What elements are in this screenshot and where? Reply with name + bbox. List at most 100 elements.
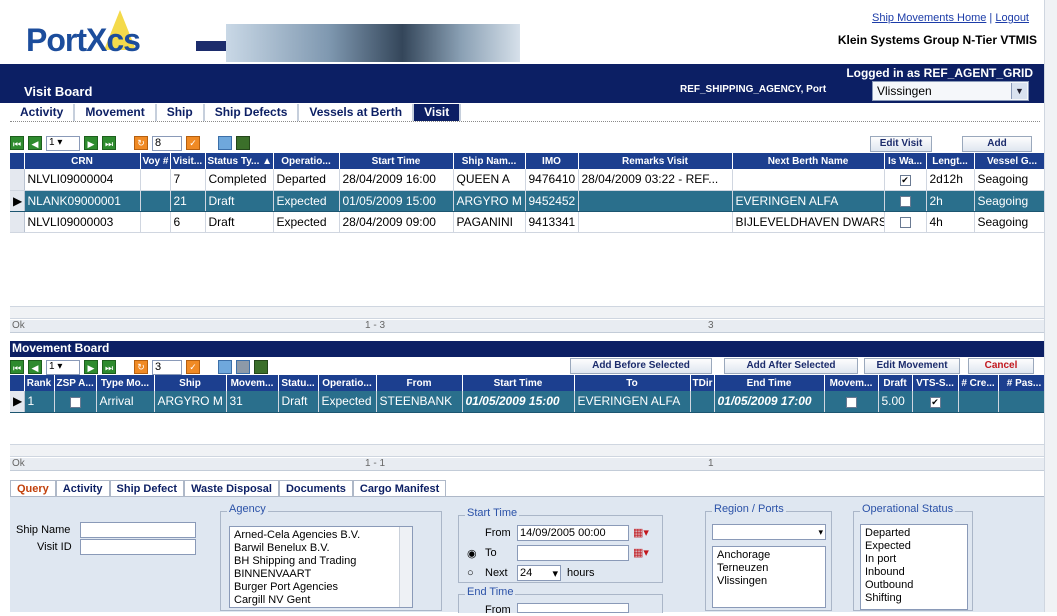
apply-page-size-icon[interactable]: ✓ [186, 360, 200, 374]
column-header-movement[interactable]: Movem... [226, 375, 279, 391]
refresh-icon[interactable]: ↻ [134, 136, 148, 150]
list-item[interactable]: Departed [865, 527, 963, 540]
region-select[interactable]: ▾ [712, 524, 826, 540]
list-item[interactable]: Burger Port Agencies [234, 581, 408, 594]
prev-page-icon[interactable]: ◀ [28, 136, 42, 150]
list-item[interactable]: In port [865, 553, 963, 566]
add-before-selected-button[interactable]: Add Before Selected [570, 358, 712, 374]
column-header-ship[interactable]: Ship [154, 375, 227, 391]
column-header-length[interactable]: Lengt... [926, 153, 975, 169]
visit-id-input[interactable] [80, 539, 196, 555]
tab-movement[interactable]: Movement [75, 104, 157, 121]
logout-link[interactable]: Logout [995, 12, 1029, 24]
next-page-icon[interactable]: ▶ [84, 360, 98, 374]
column-header-movement-flag[interactable]: Movem... [824, 375, 879, 391]
column-header-imo[interactable]: IMO [525, 153, 579, 169]
column-header-tdir[interactable]: TDir [690, 375, 715, 391]
list-item[interactable]: Vlissingen [717, 575, 821, 588]
calendar-icon[interactable]: ▦▾ [633, 546, 649, 559]
column-header-zsp[interactable]: ZSP A... [54, 375, 97, 391]
agency-list[interactable]: Arned-Cela Agencies B.V. Barwil Benelux … [229, 526, 413, 608]
operational-status-list[interactable]: Departed Expected In port Inbound Outbou… [860, 524, 968, 610]
list-item[interactable]: Expected [865, 540, 963, 553]
column-header-type[interactable]: Type Mo... [96, 375, 155, 391]
page-size-input[interactable]: 3 [152, 359, 182, 375]
page-select[interactable]: 1 ▾ [46, 359, 80, 375]
table-row[interactable]: NLVLI09000003 6 Draft Expected 28/04/200… [10, 211, 1044, 233]
add-after-selected-button[interactable]: Add After Selected [724, 358, 858, 374]
last-page-icon[interactable]: ⏭ [102, 360, 116, 374]
first-page-icon[interactable]: ⏮ [10, 360, 24, 374]
column-header-end-time[interactable]: End Time [714, 375, 825, 391]
column-header-status[interactable]: Status Ty... ▲ [205, 153, 274, 169]
grid-layout-icon[interactable] [218, 360, 232, 374]
is-waiting-checkbox[interactable] [899, 216, 911, 228]
next-hours-select[interactable]: 24 ▾ [517, 565, 561, 581]
list-item[interactable]: Terneuzen [717, 562, 821, 575]
tab-ship[interactable]: Ship [156, 104, 205, 121]
start-from-input[interactable]: 14/09/2005 00:00 [517, 525, 629, 541]
column-header-vessel-group[interactable]: Vessel G... [974, 153, 1044, 169]
list-item[interactable]: Anchorage [717, 549, 821, 562]
column-header-crew[interactable]: # Cre... [958, 375, 999, 391]
save-icon[interactable] [236, 136, 250, 150]
page-size-input[interactable]: 8 [152, 135, 182, 151]
first-page-icon[interactable]: ⏮ [10, 136, 24, 150]
column-header-start-time[interactable]: Start Time [339, 153, 454, 169]
column-header-start-time[interactable]: Start Time [462, 375, 575, 391]
page-select[interactable]: 1 ▾ [46, 135, 80, 151]
ship-name-input[interactable] [80, 522, 196, 538]
add-visit-button[interactable]: Add [962, 136, 1032, 152]
ship-movements-home-link[interactable]: Ship Movements Home [872, 12, 986, 24]
page-vertical-scrollbar[interactable] [1044, 0, 1057, 612]
ports-list[interactable]: Anchorage Terneuzen Vlissingen [712, 546, 826, 608]
list-item[interactable]: BINNENVAART [234, 568, 408, 581]
table-row[interactable]: ▶ NLANK09000001 21 Draft Expected 01/05/… [10, 190, 1044, 212]
column-header-operation[interactable]: Operatio... [273, 153, 340, 169]
is-waiting-checkbox[interactable] [899, 195, 911, 207]
list-item[interactable]: Barwil Benelux B.V. [234, 542, 408, 555]
tab-vessels-at-berth[interactable]: Vessels at Berth [299, 104, 415, 121]
agency-list-scrollbar[interactable] [399, 527, 412, 607]
edit-movement-button[interactable]: Edit Movement [864, 358, 960, 374]
column-header-voy[interactable]: Voy # [140, 153, 171, 169]
grid-layout-icon[interactable] [218, 136, 232, 150]
refresh-icon[interactable]: ↻ [134, 360, 148, 374]
list-item[interactable]: Shifting [865, 592, 963, 605]
column-header-ship-name[interactable]: Ship Nam... [453, 153, 526, 169]
tab-visit[interactable]: Visit [414, 104, 462, 121]
vts-checkbox[interactable]: ✔ [929, 396, 941, 408]
list-item[interactable]: Inbound [865, 566, 963, 579]
column-header-from[interactable]: From [376, 375, 463, 391]
zsp-checkbox[interactable] [69, 396, 81, 408]
print-icon[interactable] [236, 360, 250, 374]
prev-page-icon[interactable]: ◀ [28, 360, 42, 374]
save-icon[interactable] [254, 360, 268, 374]
tab-ship-defects[interactable]: Ship Defects [204, 104, 300, 121]
list-item[interactable]: BH Shipping and Trading [234, 555, 408, 568]
port-select[interactable]: Vlissingen ▼ [872, 81, 1029, 101]
is-waiting-checkbox[interactable]: ✔ [899, 174, 911, 186]
start-to-input[interactable] [517, 545, 629, 561]
cancel-movement-button[interactable]: Cancel [968, 358, 1034, 374]
column-header-status[interactable]: Statu... [278, 375, 319, 391]
next-page-icon[interactable]: ▶ [84, 136, 98, 150]
last-page-icon[interactable]: ⏭ [102, 136, 116, 150]
tab-activity[interactable]: Activity [10, 104, 76, 121]
calendar-icon[interactable]: ▦▾ [633, 526, 649, 539]
next-radio[interactable]: ○ [467, 567, 474, 579]
visit-horizontal-scrollbar[interactable] [10, 306, 1044, 319]
column-header-draft[interactable]: Draft [878, 375, 913, 391]
list-item[interactable]: Outbound [865, 579, 963, 592]
column-header-next-berth[interactable]: Next Berth Name [732, 153, 885, 169]
column-header-remarks[interactable]: Remarks Visit [578, 153, 733, 169]
column-header-vts[interactable]: VTS-S... [912, 375, 959, 391]
column-header-rank[interactable]: Rank [24, 375, 55, 391]
edit-visit-button[interactable]: Edit Visit [870, 136, 932, 152]
to-radio[interactable]: ◉ [467, 547, 477, 560]
apply-page-size-icon[interactable]: ✓ [186, 136, 200, 150]
list-item[interactable]: Cargill NV Gent [234, 594, 408, 607]
column-header-passengers[interactable]: # Pas... [998, 375, 1044, 391]
movement-horizontal-scrollbar[interactable] [10, 444, 1044, 457]
movement-flag-checkbox[interactable] [845, 396, 857, 408]
